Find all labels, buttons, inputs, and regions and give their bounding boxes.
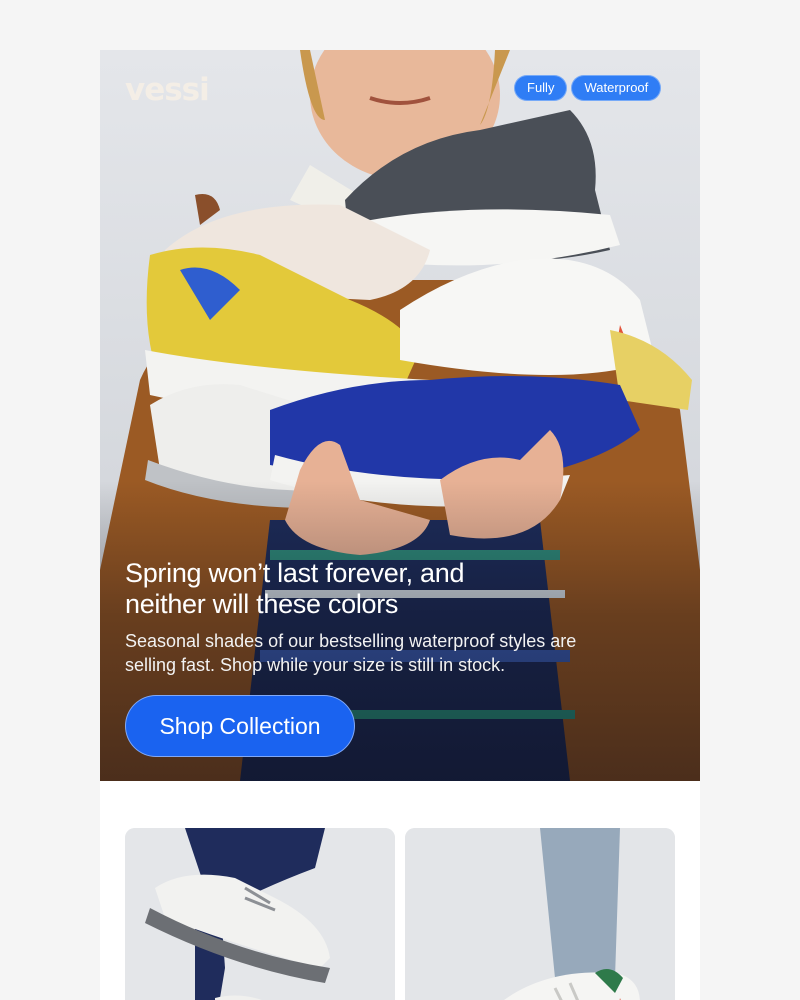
hero-banner[interactable]: vessi Fully Waterproof Spring won’t last… [100, 50, 700, 781]
badge-waterproof: Waterproof [571, 75, 662, 101]
white-sneaker-with-jeans-image [405, 828, 675, 1000]
hero-subcopy-line-2: selling fast. Shop while your size is st… [125, 655, 506, 675]
waterproof-badges: Fully Waterproof [514, 75, 662, 101]
white-sneaker-on-foot-image [125, 828, 395, 1000]
hero-headline-line-1: Spring won’t last forever, and [125, 558, 465, 588]
badge-fully: Fully [514, 75, 568, 101]
hero-headline: Spring won’t last forever, and neither w… [125, 558, 665, 620]
hero-headline-line-2: neither will these colors [125, 589, 399, 619]
hero-subcopy: Seasonal shades of our bestselling water… [125, 629, 665, 677]
email-container: vessi Fully Waterproof Spring won’t last… [100, 50, 700, 1000]
hero-subcopy-line-1: Seasonal shades of our bestselling water… [125, 631, 577, 651]
shop-collection-button[interactable]: Shop Collection [125, 695, 355, 757]
product-tile-right[interactable] [405, 828, 675, 1000]
hero-copy: Spring won’t last forever, and neither w… [125, 558, 665, 677]
brand-logo[interactable]: vessi [125, 72, 210, 108]
product-tile-left[interactable] [125, 828, 395, 1000]
